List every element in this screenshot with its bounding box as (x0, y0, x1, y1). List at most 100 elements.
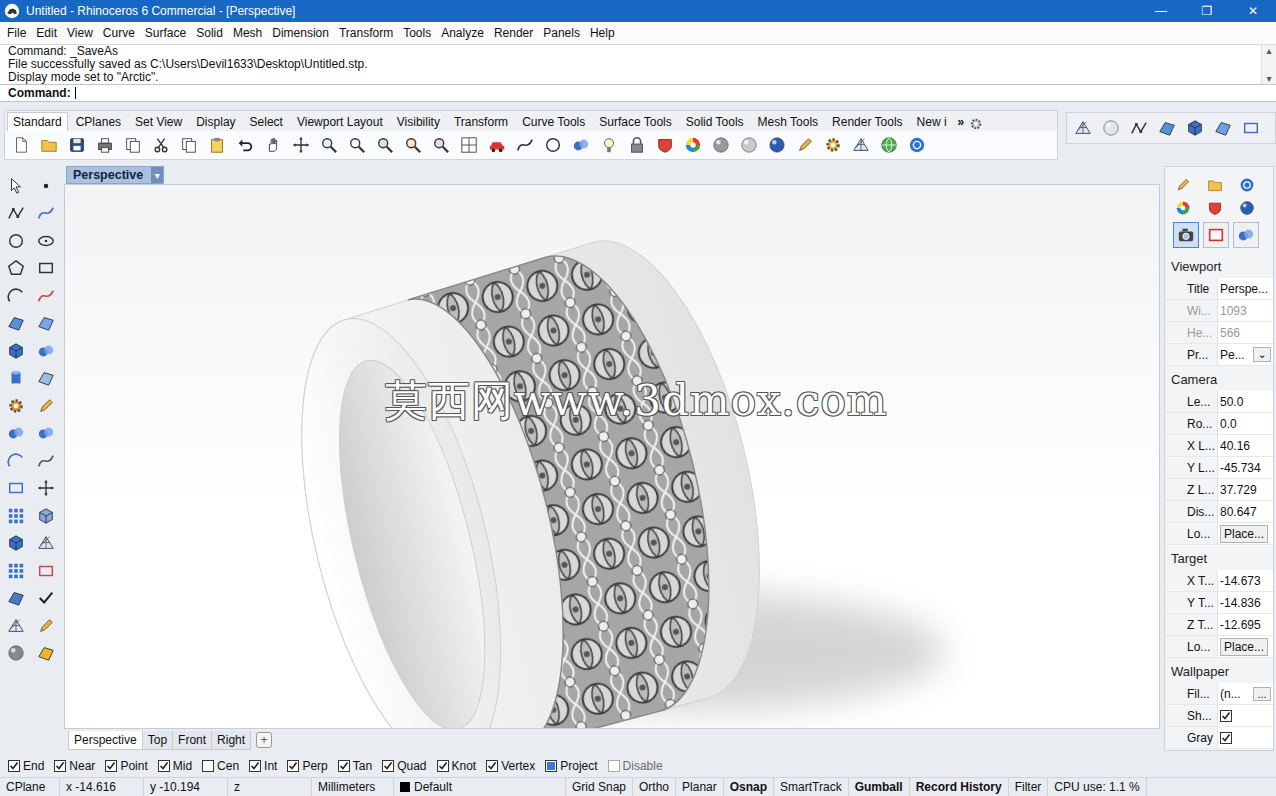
status-pane[interactable]: Default (394, 778, 566, 796)
print-button[interactable] (95, 134, 115, 156)
osnap-checkbox[interactable] (249, 760, 261, 772)
menu-item[interactable]: Mesh (228, 26, 267, 40)
menu-item[interactable]: View (62, 26, 98, 40)
light-button[interactable] (599, 134, 619, 156)
osnap-checkbox[interactable] (202, 760, 214, 772)
display-tab[interactable] (1233, 222, 1259, 248)
save-button[interactable] (67, 134, 87, 156)
offset-button[interactable] (36, 450, 56, 472)
cut-button[interactable] (151, 134, 171, 156)
rendered-button[interactable] (767, 134, 787, 156)
osnap-item[interactable]: Knot (437, 759, 477, 773)
status-pane[interactable]: Millimeters (312, 778, 394, 796)
ellipse-button[interactable] (36, 230, 56, 252)
new-file-button[interactable] (11, 134, 31, 156)
settings-tab[interactable] (1269, 197, 1274, 219)
dimension-button[interactable] (6, 477, 26, 499)
window-control-button[interactable]: ❐ (1184, 0, 1230, 22)
menu-item[interactable]: Render (489, 26, 538, 40)
copy-button[interactable] (179, 134, 199, 156)
surface-button[interactable] (1157, 117, 1177, 139)
sphere-button[interactable] (6, 642, 26, 664)
toolbar-tab[interactable]: Visibility (391, 112, 446, 131)
status-pane[interactable]: Gumball (849, 778, 910, 796)
property-field[interactable]: 80.647 (1217, 501, 1273, 522)
trim-button[interactable] (6, 422, 26, 444)
property-field[interactable]: 50.0 (1217, 391, 1273, 412)
history-scrollbar[interactable]: ▴▾ (1261, 45, 1276, 84)
render-button[interactable] (36, 615, 56, 637)
mesh-button[interactable] (851, 134, 871, 156)
property-field[interactable]: -45.734 (1217, 457, 1273, 478)
paste-button[interactable] (207, 134, 227, 156)
zoom-selected-button[interactable] (403, 134, 423, 156)
status-pane[interactable]: Filter (1009, 778, 1049, 796)
mirror-button[interactable] (36, 505, 56, 527)
solid-button[interactable] (1185, 117, 1205, 139)
menu-item[interactable]: Surface (140, 26, 191, 40)
property-checkbox[interactable] (1220, 710, 1232, 722)
property-field[interactable]: Perspe... (1217, 278, 1273, 299)
arc-button[interactable] (6, 285, 26, 307)
status-pane[interactable]: CPU use: 1.1 % (1048, 778, 1146, 796)
osnap-checkbox[interactable] (382, 760, 394, 772)
toolbar-tab[interactable]: Mesh Tools (752, 112, 824, 131)
shaded-button[interactable] (739, 134, 759, 156)
open-button[interactable] (39, 134, 59, 156)
help-button[interactable] (907, 134, 927, 156)
toolbar-tab[interactable]: Select (244, 112, 289, 131)
property-field[interactable]: -12.695 (1217, 614, 1273, 635)
status-pane[interactable]: Grid Snap (566, 778, 633, 796)
property-field[interactable]: 0.0 (1217, 413, 1273, 434)
property-field[interactable]: Place... (1217, 636, 1273, 657)
array-button[interactable] (6, 505, 26, 527)
undo-button[interactable] (235, 134, 255, 156)
menu-item[interactable]: Panels (538, 26, 585, 40)
osnap-item[interactable]: Near (54, 759, 95, 773)
toolbar-tab[interactable]: Set View (129, 112, 188, 131)
material-tab[interactable] (1237, 197, 1257, 219)
menu-item[interactable]: Dimension (267, 26, 334, 40)
boolean-button[interactable] (571, 134, 591, 156)
osnap-item[interactable]: Disable (608, 759, 663, 773)
window-control-button[interactable]: ✕ (1230, 0, 1276, 22)
globe-button[interactable] (879, 134, 899, 156)
osnap-item[interactable]: Int (249, 759, 277, 773)
zoom-extents-button[interactable] (375, 134, 395, 156)
shape-button[interactable] (1213, 117, 1233, 139)
viewport-tab[interactable]: Perspective (68, 731, 143, 750)
osnap-checkbox[interactable] (54, 760, 66, 772)
viewport-tab[interactable]: Front (172, 731, 212, 750)
osnap-checkbox[interactable] (437, 760, 449, 772)
viewport-title[interactable]: Perspective▾ (66, 166, 164, 184)
brush-tab[interactable] (1173, 174, 1193, 196)
property-field[interactable] (1217, 705, 1273, 726)
select-button[interactable] (6, 175, 26, 197)
toolbar-tab[interactable]: Render Tools (826, 112, 909, 131)
viewport[interactable]: 莫西网www.3dmox.com (64, 184, 1160, 729)
polyline-button[interactable] (6, 202, 26, 224)
window-button[interactable] (1241, 117, 1261, 139)
fillet-button[interactable] (36, 285, 56, 307)
loft-button[interactable] (36, 312, 56, 334)
pen-button[interactable] (795, 134, 815, 156)
toolbar-tab[interactable]: New i (911, 112, 953, 131)
split-button[interactable] (36, 422, 56, 444)
import-button[interactable] (123, 134, 143, 156)
browse-button[interactable]: ... (1253, 687, 1271, 701)
scroll-arrow[interactable]: ▴ (1266, 45, 1271, 56)
property-value[interactable]: -14.836 (1220, 596, 1261, 610)
property-value[interactable]: -45.734 (1220, 461, 1261, 475)
color-button[interactable] (683, 134, 703, 156)
menu-item[interactable]: Transform (334, 26, 398, 40)
curve-button[interactable] (515, 134, 535, 156)
window-control-button[interactable]: — (1138, 0, 1184, 22)
menu-item[interactable]: Solid (191, 26, 228, 40)
layers-tab[interactable] (1205, 197, 1225, 219)
help-box-tab[interactable] (1237, 174, 1257, 196)
status-pane[interactable]: CPlane (0, 778, 60, 796)
menu-item[interactable]: File (2, 26, 31, 40)
viewport-tab[interactable]: Right (211, 731, 251, 750)
osnap-item[interactable]: Point (105, 759, 147, 773)
property-field[interactable]: (n...... (1217, 683, 1273, 704)
